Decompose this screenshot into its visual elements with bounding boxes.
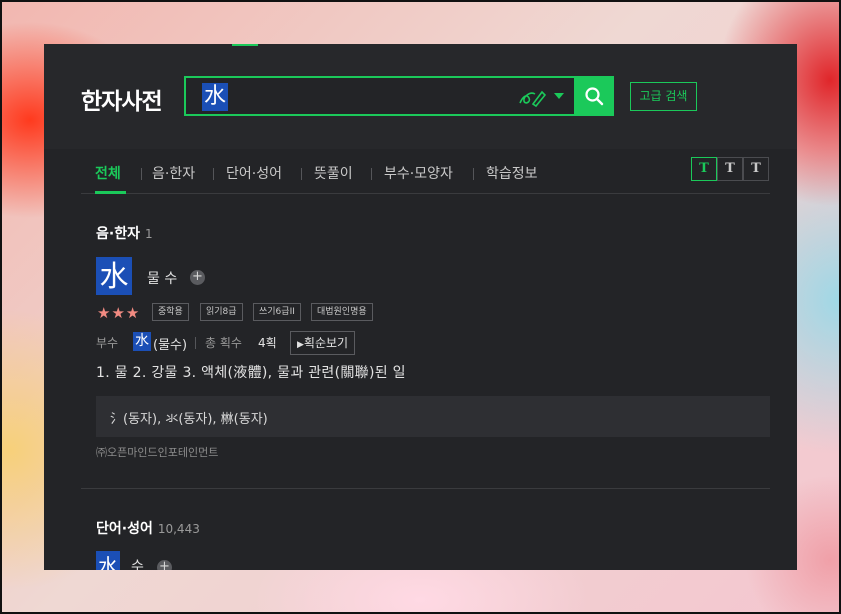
section-count: 1 (144, 227, 153, 241)
info-separator (195, 337, 196, 349)
search-query[interactable]: 水 (202, 83, 229, 111)
hanja-dictionary-panel: 한자사전 水 고급 검색 전체 음·한자 단어·성어 뜻풀이 부수·모양자 학습… (44, 44, 797, 570)
tab-meaning[interactable]: 뜻풀이 (314, 163, 353, 183)
category-tabs: 전체 음·한자 단어·성어 뜻풀이 부수·모양자 학습정보 (81, 149, 770, 194)
tab-separator (141, 168, 142, 180)
dictionary-logo[interactable]: 한자사전 (81, 82, 163, 116)
search-input[interactable]: 水 (184, 76, 576, 116)
stroke-order-label: 획순보기 (303, 336, 349, 350)
font-size-large-button[interactable]: T (743, 157, 769, 181)
plus-icon[interactable]: + (190, 270, 205, 285)
font-size-small-button[interactable]: T (691, 157, 717, 181)
grade-badge: 읽기8급 (200, 303, 243, 321)
radical-hanja[interactable]: 水 (133, 332, 151, 351)
stroke-label: 총 획수 (205, 336, 242, 350)
definitions: 1. 물 2. 강물 3. 액체(液體), 물과 관련(關聯)된 일 (96, 365, 406, 381)
top-accent-bar (232, 44, 258, 46)
hanja-character[interactable]: 水 (96, 257, 132, 295)
search-button[interactable] (574, 76, 614, 116)
word-hanja[interactable]: 水 (96, 551, 120, 570)
grade-badge: 쓰기6급II (253, 303, 301, 321)
radical-label: 부수 (96, 336, 119, 350)
stroke-count: 4획 (258, 336, 277, 350)
radical-name[interactable]: (물수) (153, 334, 187, 353)
section-count: 10,443 (157, 522, 200, 536)
variant-characters[interactable]: 氵(동자), 氺(동자), 㴇(동자) (110, 408, 268, 427)
tab-radical-shape[interactable]: 부수·모양자 (384, 163, 453, 183)
search-icon (585, 87, 604, 106)
publisher-credit[interactable]: ㈜오픈마인드인포테인먼트 (96, 444, 218, 460)
section-title-text: 음·한자 (96, 226, 140, 242)
word-reading[interactable]: 수 (131, 556, 144, 570)
stroke-order-button[interactable]: ▶획순보기 (290, 331, 356, 355)
grade-badge: 대법원인명용 (311, 303, 373, 321)
section-title-text: 단어·성어 (96, 521, 153, 537)
tab-all[interactable]: 전체 (95, 163, 121, 183)
hanja-meaning-reading[interactable]: 물 수 (147, 268, 177, 288)
grade-badge: 중학용 (152, 303, 189, 321)
tab-separator (301, 168, 302, 180)
section-divider (81, 488, 770, 489)
words-idioms-section-title[interactable]: 단어·성어 10,443 (96, 518, 200, 538)
chevron-down-icon[interactable] (554, 93, 564, 99)
tab-separator (213, 168, 214, 180)
advanced-search-button[interactable]: 고급 검색 (630, 82, 697, 111)
variants-box: 氵(동자), 氺(동자), 㴇(동자) (96, 396, 770, 437)
tab-separator (473, 168, 474, 180)
header: 한자사전 水 고급 검색 (44, 44, 797, 149)
importance-stars: ★★★ (97, 304, 141, 322)
plus-icon[interactable]: + (157, 560, 172, 570)
handwriting-icon[interactable] (518, 86, 546, 108)
active-tab-indicator (95, 191, 126, 194)
tab-study-info[interactable]: 학습정보 (486, 163, 538, 183)
sound-hanja-section-title[interactable]: 음·한자 1 (96, 223, 153, 243)
tab-separator (371, 168, 372, 180)
font-size-medium-button[interactable]: T (717, 157, 743, 181)
tab-words-idioms[interactable]: 단어·성어 (226, 163, 282, 183)
tab-sound-hanja[interactable]: 음·한자 (152, 163, 195, 183)
play-icon: ▶ (297, 340, 304, 350)
